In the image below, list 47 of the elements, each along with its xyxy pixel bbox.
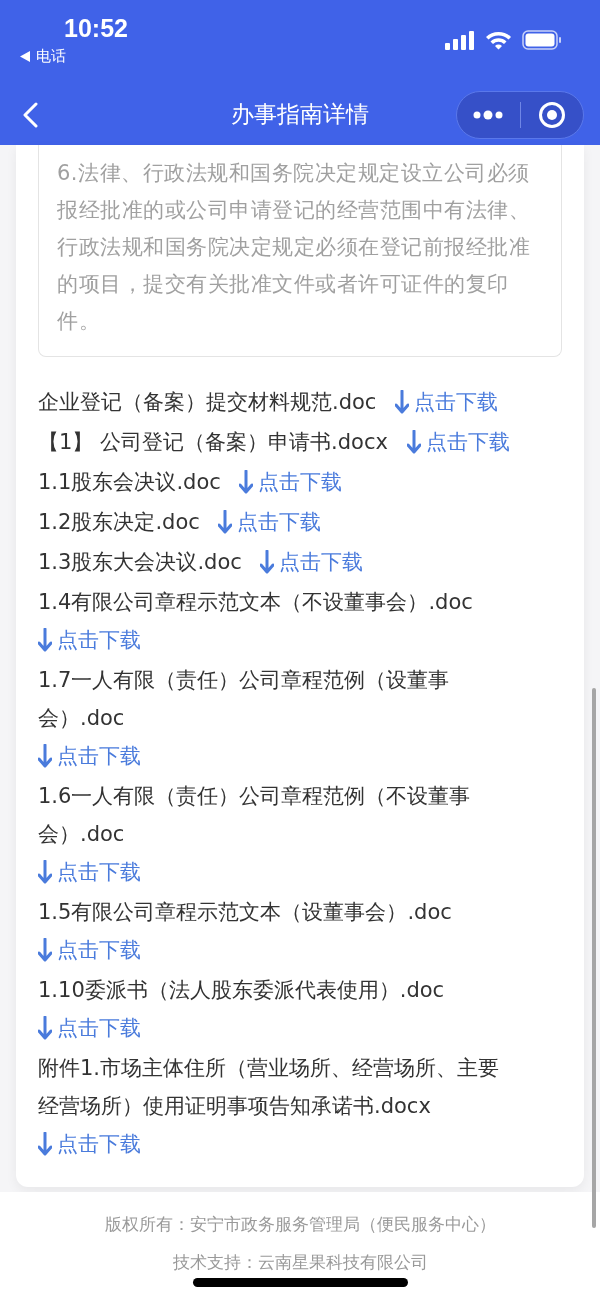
target-icon [537,100,566,129]
download-link[interactable]: 点击下载 [38,621,141,659]
status-time: 10:52 [64,14,128,43]
back-chevron-icon [22,101,38,128]
back-triangle-icon [20,51,30,62]
file-name: 1.6一人有限（责任）公司章程范例（不设董事会）.doc [38,783,472,848]
download-link[interactable]: 点击下载 [38,737,141,775]
down-arrow-icon [218,510,233,534]
down-arrow-icon [38,628,52,652]
file-name: 1.4有限公司章程示范文本（不设董事会）.doc [38,590,473,614]
more-dots-icon [473,109,504,120]
down-arrow-icon [406,430,421,454]
download-link[interactable]: 点击下载 [38,1009,141,1047]
download-link[interactable]: 点击下载 [260,543,364,581]
file-name: 1.3股东大会决议.doc [38,550,242,574]
down-arrow-icon [38,860,52,884]
back-app-label[interactable]: 电话 [36,47,66,66]
footer-text: 技术支持：云南星果科技有限公司 [171,1251,429,1274]
file-name: 附件1.市场主体住所（营业场所、经营场所、主要经营场所）使用证明事项告知承诺书.docx [38,1055,501,1120]
file-name: 1.10委派书（法人股东委派代表使用）.doc [38,978,445,1002]
file-name: 1.7一人有限（责任）公司章程范例（设董事会）.doc [38,667,451,732]
download-link[interactable]: 点击下载 [38,853,141,891]
down-arrow-icon [38,1016,52,1040]
page-title: 办事指南详情 [231,100,369,129]
download-link[interactable]: 点击下载 [406,423,510,461]
down-arrow-icon [395,390,410,414]
note-text: 6.法律、行政法规和国务院决定规定设立公司必须报经批准的或公司申请登记的经营范围中有法律、行政法规和国务院决定规定必须在登记前报经批准的项目，提交有关批准文件或者许可证件的复印件。 [57,160,531,335]
down-arrow-icon [239,470,254,494]
download-link[interactable]: 点击下载 [395,383,499,421]
wifi-icon [485,30,512,50]
back-button[interactable] [22,101,38,128]
down-arrow-icon [38,938,52,962]
file-name: 1.2股东决定.doc [38,510,200,534]
file-name: 1.5有限公司章程示范文本（设董事会）.doc [38,900,452,924]
down-arrow-icon [38,744,52,768]
down-arrow-icon [260,550,275,574]
download-link[interactable]: 点击下载 [38,1125,141,1163]
download-link[interactable]: 点击下载 [218,503,322,541]
battery-icon [522,30,562,50]
download-link[interactable]: 点击下载 [38,931,141,969]
footer-text: 版权所有：安宁市政务服务管理局（便民服务中心） [103,1213,497,1236]
down-arrow-icon [38,1132,52,1156]
file-name: 企业登记（备案）提交材料规范.doc [38,390,377,414]
signal-icon [445,30,475,50]
file-name: 【1】 公司登记（备案）申请书.docx [38,430,388,454]
file-name: 1.1股东会决议.doc [38,470,221,494]
download-link[interactable]: 点击下载 [239,463,343,501]
